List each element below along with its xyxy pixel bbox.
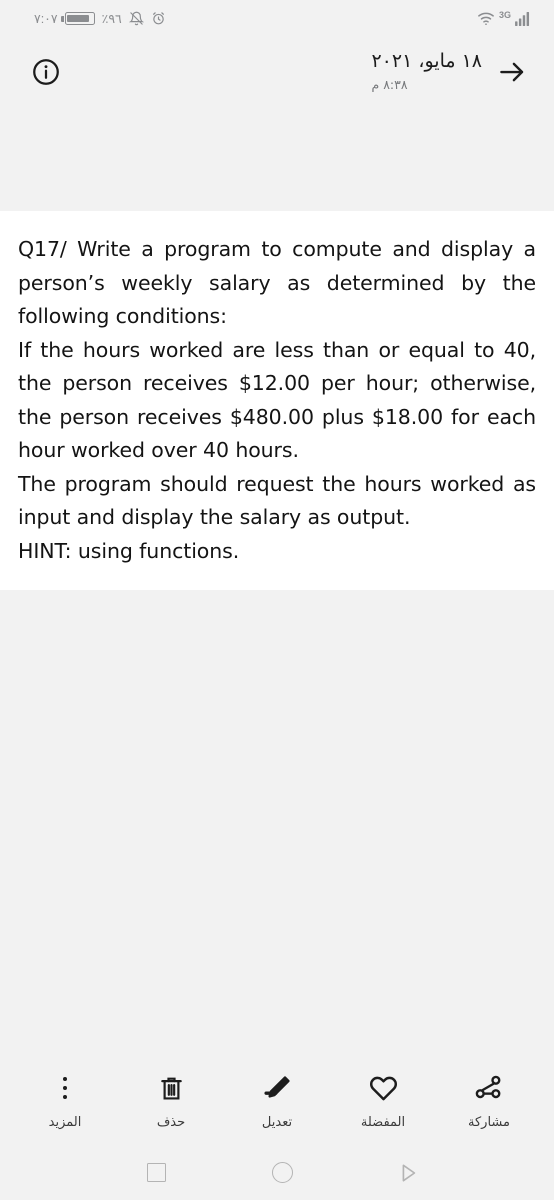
share-icon	[472, 1071, 506, 1105]
action-share[interactable]: مشاركة	[436, 1071, 542, 1129]
dot	[62, 1085, 68, 1091]
battery-fill	[67, 14, 90, 22]
action-edit[interactable]: تعديل	[224, 1071, 330, 1129]
info-circle-icon	[31, 57, 61, 87]
triangle-right-icon	[397, 1162, 419, 1184]
action-label: المفضلة	[360, 1115, 406, 1130]
action-label: المزيد	[48, 1115, 82, 1130]
action-delete[interactable]: حذف	[118, 1071, 224, 1129]
action-label: حذف	[156, 1115, 186, 1130]
document-paragraph: Q17/ Write a program to compute and disp…	[18, 237, 536, 328]
action-label: تعديل	[261, 1115, 293, 1130]
recents-button[interactable]	[135, 1152, 177, 1194]
header-title-block: ١٨ مايو، ٢٠٢١ ٨:٣٨ م	[371, 50, 482, 93]
document-paragraph: If the hours worked are less than or equ…	[18, 337, 536, 463]
action-toolbar: مشاركة المفضلة تعديل حذف المزيد	[0, 1055, 554, 1145]
android-navigation-bar	[0, 1145, 554, 1200]
document-paragraph: The program should request the hours wor…	[18, 471, 536, 530]
phone-screen: ٧:٠٧ ٪٩٦ 3G ١٨ مايو، ٢٠٢١ ٨:٣٨ م Q17/ Wr…	[0, 0, 554, 1200]
wifi-icon	[477, 11, 495, 26]
more-dots	[62, 1076, 68, 1100]
mute-bell-icon	[128, 11, 144, 26]
info-button[interactable]	[24, 50, 68, 94]
page-title: ١٨ مايو، ٢٠٢١	[371, 50, 482, 73]
action-favorite[interactable]: المفضلة	[330, 1071, 436, 1129]
network-type-label: 3G	[498, 9, 511, 20]
app-header: ١٨ مايو، ٢٠٢١ ٨:٣٨ م	[0, 36, 554, 108]
back-nav-button[interactable]	[387, 1152, 429, 1194]
image-viewer[interactable]: Q17/ Write a program to compute and disp…	[0, 108, 554, 1055]
battery-percent-label: ٪٩٦	[101, 11, 122, 26]
trash-icon	[154, 1071, 188, 1105]
status-bar: ٧:٠٧ ٪٩٦ 3G	[0, 0, 554, 36]
document-text: Q17/ Write a program to compute and disp…	[18, 233, 536, 568]
arrow-right-icon	[497, 57, 527, 87]
battery-icon	[60, 11, 95, 25]
alarm-clock-icon	[151, 11, 166, 26]
back-button[interactable]	[490, 50, 534, 94]
action-more[interactable]: المزيد	[12, 1071, 118, 1129]
home-button[interactable]	[261, 1152, 303, 1194]
signal-bars-icon	[515, 11, 532, 26]
status-bar-right: 3G	[477, 9, 532, 26]
document-hint: HINT: using functions.	[18, 538, 240, 563]
square-icon	[146, 1163, 166, 1182]
more-vertical-icon	[48, 1071, 82, 1105]
status-clock: ٧:٠٧	[34, 11, 58, 26]
action-label: مشاركة	[468, 1115, 510, 1130]
status-bar-left: ٧:٠٧ ٪٩٦	[34, 11, 166, 26]
pencil-edit-icon	[260, 1071, 294, 1105]
dot	[62, 1076, 68, 1082]
circle-icon	[271, 1162, 293, 1183]
document-card: Q17/ Write a program to compute and disp…	[0, 211, 554, 590]
header-subtitle: ٨:٣٨ م	[371, 77, 408, 93]
dot	[62, 1094, 68, 1100]
heart-icon	[366, 1071, 400, 1105]
